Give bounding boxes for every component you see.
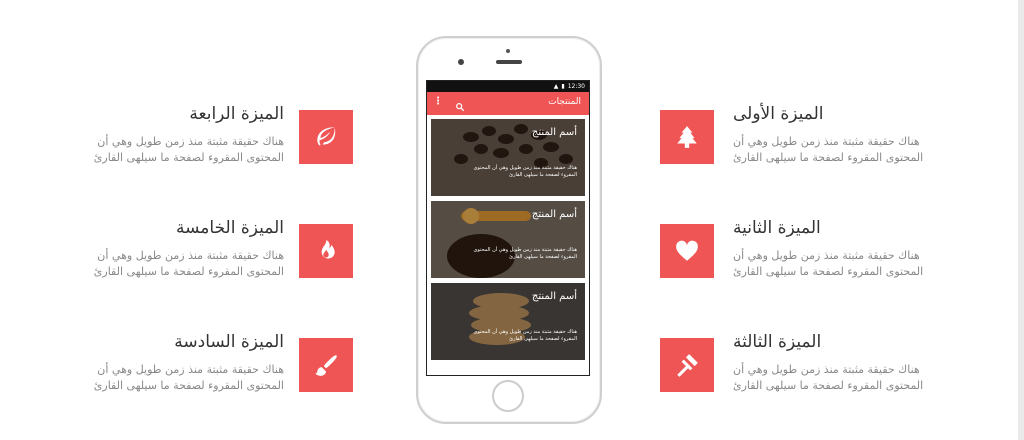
feature-desc-line2: المحتوى المقروء لصفحة ما سيلهى القارئ — [93, 379, 284, 392]
product-desc-line2: المقروء لصفحة ما سيلهى القارئ — [509, 254, 577, 260]
feature-desc-line2: المحتوى المقروء لصفحة ما سيلهى القارئ — [93, 265, 284, 278]
product-desc: هناك حقيقة مثبتة منذ زمن طويل وهي أن الم… — [474, 247, 578, 261]
feature-title: الميزة السادسة — [174, 332, 284, 352]
product-desc-line1: هناك حقيقة مثبتة منذ زمن طويل وهي أن الم… — [473, 329, 578, 335]
gavel-icon — [660, 338, 714, 392]
feature-title: الميزة الأولى — [733, 104, 824, 124]
feature-desc-line1: هناك حقيقة مثبتة منذ زمن طويل وهي أن — [97, 249, 284, 262]
product-name: أسم المنتج — [531, 127, 577, 138]
signal-icon: ▲ — [553, 83, 559, 90]
product-desc: هناك حقيقة مثبتة منذ زمن طويل وهي أن الم… — [474, 165, 578, 179]
overflow-menu-icon[interactable]: ⋮ — [433, 96, 443, 107]
feature-desc-line1: هناك حقيقة مثبتة منذ زمن طويل وهي أن — [97, 135, 284, 148]
product-desc-line1: هناك حقيقة مثبتة منذ زمن طويل وهي أن الم… — [473, 165, 578, 171]
flame-icon — [299, 224, 353, 278]
feature-title: الميزة الثالثة — [733, 332, 822, 352]
search-icon[interactable] — [455, 97, 465, 116]
feature-6: الميزة السادسة هناك حقيقة مثبتة منذ زمن … — [0, 332, 284, 392]
product-card[interactable]: أسم المنتج هناك حقيقة مثبتة منذ زمن طويل… — [431, 201, 585, 278]
feature-5: الميزة الخامسة هناك حقيقة مثبتة منذ زمن … — [0, 218, 284, 278]
feature-desc-line1: هناك حقيقة مثبتة منذ زمن طويل وهي أن — [733, 363, 920, 376]
feature-desc-line2: المحتوى المقروء لصفحة ما سيلهى القارئ — [733, 151, 924, 164]
feature-1: الميزة الأولى هناك حقيقة مثبتة منذ زمن ط… — [733, 104, 1023, 164]
product-name: أسم المنتج — [531, 291, 577, 302]
app-bar: المنتجات ⋮ — [427, 92, 589, 115]
phone-mockup: ▲ ▮ 12:30 المنتجات ⋮ أسم المنتج هناك حقي… — [416, 36, 602, 424]
feature-desc-line2: المحتوى المقروء لصفحة ما سيلهى القارئ — [93, 151, 284, 164]
product-card[interactable]: أسم المنتج هناك حقيقة مثبتة منذ زمن طويل… — [431, 283, 585, 360]
feature-2: الميزة الثانية هناك حقيقة مثبتة منذ زمن … — [733, 218, 1023, 278]
feature-desc-line1: هناك حقيقة مثبتة منذ زمن طويل وهي أن — [97, 363, 284, 376]
tree-icon — [660, 110, 714, 164]
feature-desc-line1: هناك حقيقة مثبتة منذ زمن طويل وهي أن — [733, 249, 920, 262]
feature-4: الميزة الرابعة هناك حقيقة مثبتة منذ زمن … — [0, 104, 284, 164]
feature-desc-line1: هناك حقيقة مثبتة منذ زمن طويل وهي أن — [733, 135, 920, 148]
feature-3: الميزة الثالثة هناك حقيقة مثبتة منذ زمن … — [733, 332, 1023, 392]
product-name: أسم المنتج — [531, 209, 577, 220]
phone-screen: ▲ ▮ 12:30 المنتجات ⋮ أسم المنتج هناك حقي… — [426, 80, 590, 376]
product-card[interactable]: أسم المنتج هناك حقيقة مثبتة منذ زمن طويل… — [431, 119, 585, 196]
feature-title: الميزة الرابعة — [189, 104, 284, 124]
feature-desc-line2: المحتوى المقروء لصفحة ما سيلهى القارئ — [733, 265, 924, 278]
status-time: 12:30 — [567, 83, 585, 90]
battery-icon: ▮ — [561, 83, 565, 90]
brush-icon — [299, 338, 353, 392]
product-desc: هناك حقيقة مثبتة منذ زمن طويل وهي أن الم… — [474, 329, 578, 343]
feature-desc-line2: المحتوى المقروء لصفحة ما سيلهى القارئ — [733, 379, 924, 392]
product-desc-line2: المقروء لصفحة ما سيلهى القارئ — [509, 172, 577, 178]
heart-icon — [660, 224, 714, 278]
earpiece-speaker — [496, 60, 522, 64]
status-bar: ▲ ▮ 12:30 — [427, 81, 589, 92]
app-bar-title: المنتجات — [548, 97, 581, 107]
feature-title: الميزة الخامسة — [176, 218, 284, 238]
leaf-icon — [299, 110, 353, 164]
proximity-sensor — [458, 59, 464, 65]
home-button[interactable] — [492, 380, 524, 412]
product-desc-line2: المقروء لصفحة ما سيلهى القارئ — [509, 336, 577, 342]
front-camera — [506, 49, 510, 53]
product-desc-line1: هناك حقيقة مثبتة منذ زمن طويل وهي أن الم… — [473, 247, 578, 253]
feature-title: الميزة الثانية — [733, 218, 821, 238]
